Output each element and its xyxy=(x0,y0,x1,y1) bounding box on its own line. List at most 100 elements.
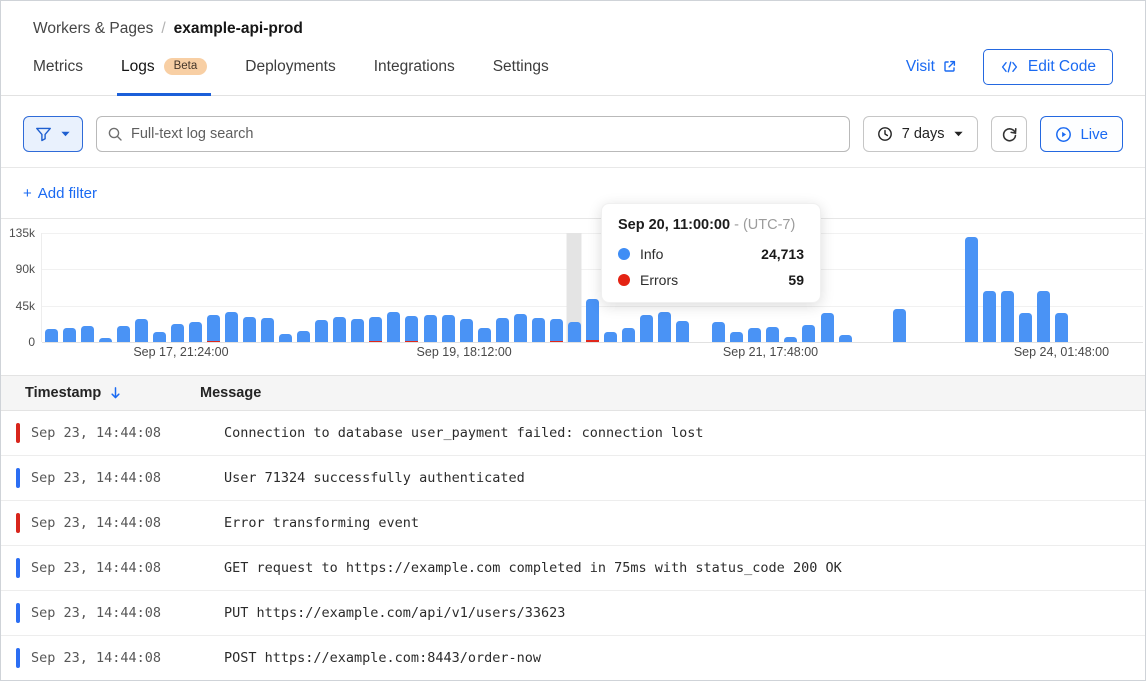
chart-bar[interactable] xyxy=(313,233,331,342)
chart-bar[interactable] xyxy=(1089,233,1107,342)
chart-bar[interactable] xyxy=(204,233,222,342)
tab-metrics[interactable]: Metrics xyxy=(33,38,83,95)
series-value: 59 xyxy=(788,272,804,288)
chart-bar[interactable] xyxy=(475,233,493,342)
chart-bar[interactable] xyxy=(457,233,475,342)
tab-deployments[interactable]: Deployments xyxy=(245,38,335,95)
log-row[interactable]: Sep 23, 14:44:08GET request to https://e… xyxy=(1,546,1145,591)
chart-bar[interactable] xyxy=(439,233,457,342)
chart-bar[interactable] xyxy=(295,233,313,342)
chart-bar[interactable] xyxy=(565,233,583,342)
timestamp-cell: Sep 23, 14:44:08 xyxy=(31,470,224,486)
chart-bar[interactable] xyxy=(150,233,168,342)
chart-bar[interactable] xyxy=(241,233,259,342)
log-row[interactable]: Sep 23, 14:44:08Error transforming event xyxy=(1,501,1145,546)
chart-bar[interactable] xyxy=(1035,233,1053,342)
visit-label: Visit xyxy=(906,58,935,76)
chart-bar[interactable] xyxy=(60,233,78,342)
chart-bar[interactable] xyxy=(349,233,367,342)
tab-integrations[interactable]: Integrations xyxy=(374,38,455,95)
filter-bar: 7 days Live xyxy=(1,96,1145,168)
chart-bar[interactable] xyxy=(529,233,547,342)
log-row[interactable]: Sep 23, 14:44:08Connection to database u… xyxy=(1,411,1145,456)
severity-indicator-error xyxy=(16,423,20,443)
chart-bar[interactable] xyxy=(1017,233,1035,342)
x-axis-tick: Sep 19, 18:12:00 xyxy=(417,345,512,359)
chart-x-axis: Sep 17, 21:24:00Sep 19, 18:12:00Sep 21, … xyxy=(41,345,1143,365)
log-row[interactable]: Sep 23, 14:44:08User 71324 successfully … xyxy=(1,456,1145,501)
tab-settings[interactable]: Settings xyxy=(493,38,549,95)
tab-bar: Metrics Logs Beta Deployments Integrations Se… xyxy=(1,38,1145,96)
series-label: Info xyxy=(640,246,663,262)
chart-bar[interactable] xyxy=(908,233,926,342)
tab-logs[interactable]: Logs Beta xyxy=(121,38,207,95)
live-button[interactable]: Live xyxy=(1040,116,1123,152)
chart-bar[interactable] xyxy=(926,233,944,342)
time-range-button[interactable]: 7 days xyxy=(863,116,979,152)
add-filter-button[interactable]: + Add filter xyxy=(23,185,97,202)
refresh-button[interactable] xyxy=(991,116,1027,152)
search-icon xyxy=(107,126,123,142)
filter-dropdown-button[interactable] xyxy=(23,116,83,152)
message-cell: Error transforming event xyxy=(224,515,419,531)
log-row[interactable]: Sep 23, 14:44:08PUT https://example.com/… xyxy=(1,591,1145,636)
y-axis-tick: 45k xyxy=(1,299,35,313)
chart-bar[interactable] xyxy=(259,233,277,342)
timestamp-cell: Sep 23, 14:44:08 xyxy=(31,605,224,621)
chart-bar[interactable] xyxy=(1071,233,1089,342)
refresh-icon xyxy=(1001,126,1018,143)
chart-bar[interactable] xyxy=(186,233,204,342)
message-cell: POST https://example.com:8443/order-now xyxy=(224,650,541,666)
chart-bar[interactable] xyxy=(547,233,565,342)
chart-bar[interactable] xyxy=(493,233,511,342)
tab-bar-actions: Visit Edit Code xyxy=(906,38,1113,95)
funnel-icon xyxy=(35,127,52,142)
chart-bar[interactable] xyxy=(583,233,601,342)
tab-label: Logs xyxy=(121,58,155,76)
chart-bar[interactable] xyxy=(1053,233,1071,342)
chart-bar[interactable] xyxy=(331,233,349,342)
time-range-label: 7 days xyxy=(902,126,945,142)
chart-bar[interactable] xyxy=(132,233,150,342)
chart-bar[interactable] xyxy=(403,233,421,342)
chart-bar[interactable] xyxy=(962,233,980,342)
series-label: Errors xyxy=(640,272,678,288)
x-axis-tick: Sep 21, 17:48:00 xyxy=(723,345,818,359)
chart-bar[interactable] xyxy=(385,233,403,342)
chart-bar[interactable] xyxy=(277,233,295,342)
beta-badge: Beta xyxy=(164,58,208,76)
chart-bar[interactable] xyxy=(890,233,908,342)
edit-code-button[interactable]: Edit Code xyxy=(983,49,1113,85)
chart-bar[interactable] xyxy=(367,233,385,342)
search-input[interactable] xyxy=(96,116,850,152)
breadcrumb-workers-pages[interactable]: Workers & Pages xyxy=(33,20,153,38)
chart-bar[interactable] xyxy=(421,233,439,342)
chart-bar[interactable] xyxy=(980,233,998,342)
visit-link[interactable]: Visit xyxy=(906,58,957,76)
chart-bar[interactable] xyxy=(872,233,890,342)
severity-indicator-info xyxy=(16,603,20,623)
chart-bar[interactable] xyxy=(944,233,962,342)
log-row[interactable]: Sep 23, 14:44:08POST https://example.com… xyxy=(1,636,1145,681)
chart-bar[interactable] xyxy=(222,233,240,342)
add-filter-label: Add filter xyxy=(38,185,97,202)
chart-bar[interactable] xyxy=(78,233,96,342)
chart-bar[interactable] xyxy=(854,233,872,342)
chart-bar[interactable] xyxy=(168,233,186,342)
timestamp-column-header[interactable]: Timestamp xyxy=(1,385,200,401)
chart-bar[interactable] xyxy=(998,233,1016,342)
chart-bar[interactable] xyxy=(96,233,114,342)
live-label: Live xyxy=(1080,126,1108,143)
y-axis-tick: 135k xyxy=(1,226,35,240)
message-cell: GET request to https://example.com compl… xyxy=(224,560,842,576)
chart-bar[interactable] xyxy=(114,233,132,342)
chart-bar[interactable] xyxy=(42,233,60,342)
workers-logs-page: Workers & Pages / example-api-prod Metri… xyxy=(0,0,1146,681)
tooltip-series-info: Info24,713 xyxy=(618,246,804,262)
severity-indicator-error xyxy=(16,513,20,533)
chart-bar[interactable] xyxy=(836,233,854,342)
chart-bar[interactable] xyxy=(511,233,529,342)
timestamp-cell: Sep 23, 14:44:08 xyxy=(31,515,224,531)
chart-bar[interactable] xyxy=(1125,233,1143,342)
chart-bar[interactable] xyxy=(1107,233,1125,342)
